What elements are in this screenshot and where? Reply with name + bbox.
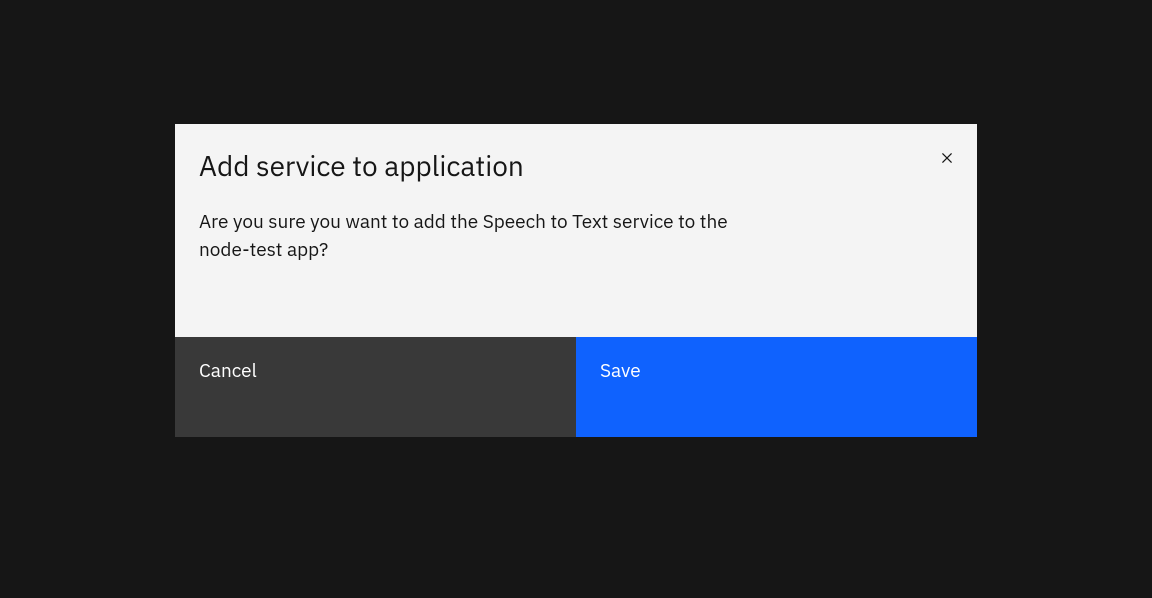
- close-button[interactable]: [933, 144, 961, 172]
- close-icon: [937, 148, 957, 168]
- confirmation-modal: Add service to application Are you sure …: [175, 124, 977, 437]
- modal-footer: Cancel Save: [175, 337, 977, 437]
- cancel-button[interactable]: Cancel: [175, 337, 576, 437]
- modal-body: Are you sure you want to add the Speech …: [175, 184, 977, 337]
- save-button[interactable]: Save: [576, 337, 977, 437]
- modal-header: Add service to application: [175, 124, 977, 184]
- modal-title: Add service to application: [199, 148, 524, 184]
- cancel-button-label: Cancel: [199, 359, 257, 383]
- modal-description: Are you sure you want to add the Speech …: [199, 208, 769, 265]
- save-button-label: Save: [600, 359, 641, 383]
